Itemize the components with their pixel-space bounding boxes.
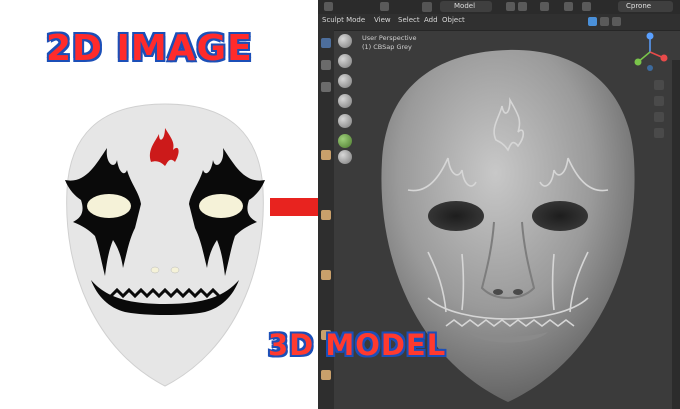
pivot-icon[interactable] <box>518 2 527 11</box>
mask-2d-right-eye <box>199 194 243 218</box>
blender-menu-bar: Sculpt Mode View Select Add Object <box>318 14 680 31</box>
view-icon[interactable] <box>380 2 389 11</box>
viewport-shading-material-icon[interactable] <box>600 17 609 26</box>
right-sidebar-strip <box>672 60 680 409</box>
grid-icon[interactable] <box>654 128 664 138</box>
sculpt-brush-icon[interactable] <box>338 150 352 164</box>
camera-icon[interactable] <box>654 112 664 122</box>
mask-3d-right-eye-hole <box>532 201 588 231</box>
mask-3d-nostril-right <box>513 289 523 295</box>
menu-select[interactable]: Select <box>398 16 420 24</box>
sculpt-brush-icon[interactable] <box>338 74 352 88</box>
editor-type-icon[interactable] <box>324 2 333 11</box>
menu-add[interactable]: Add <box>424 16 438 24</box>
mask-2d-nostril-left <box>150 266 160 274</box>
mask-3d-left-eye-hole <box>428 201 484 231</box>
tool-icon[interactable] <box>321 150 331 160</box>
sculpt-brush-icon[interactable] <box>338 114 352 128</box>
tool-icon[interactable] <box>321 270 331 280</box>
shading-icon[interactable] <box>582 2 591 11</box>
blender-header-bar: Model Cprone <box>318 0 680 14</box>
sculpt-brush-icon[interactable] <box>338 34 352 48</box>
menu-sculpt-mode[interactable]: Sculpt Mode <box>322 16 365 24</box>
mode-icon[interactable] <box>422 2 432 12</box>
mask-2d-left-eye <box>87 194 131 218</box>
mode-select[interactable]: Model <box>440 1 492 12</box>
tool-icon[interactable] <box>321 370 331 380</box>
global-icon[interactable] <box>506 2 515 11</box>
viewport-shading-solid-icon[interactable] <box>588 17 597 26</box>
mask-2d-nostril-right <box>170 266 180 274</box>
scene-select[interactable]: Cprone <box>618 1 673 12</box>
tool-icon[interactable] <box>321 82 331 92</box>
tool-icon[interactable] <box>321 38 331 48</box>
sculpt-brush-icon[interactable] <box>338 94 352 108</box>
sculpt-brush-icon[interactable] <box>338 134 352 148</box>
mask-3d-nostril-left <box>493 289 503 295</box>
mask-2d-illustration <box>65 103 265 387</box>
zoom-icon[interactable] <box>654 80 664 90</box>
tool-icon[interactable] <box>321 60 331 70</box>
menu-object[interactable]: Object <box>442 16 465 24</box>
title-3d-model: 3D MODEL <box>267 327 447 363</box>
title-2d-image: 2D IMAGE <box>45 27 253 70</box>
snap-icon[interactable] <box>540 2 549 11</box>
sculpt-brush-icon[interactable] <box>338 54 352 68</box>
hand-pan-icon[interactable] <box>654 96 664 106</box>
menu-view[interactable]: View <box>374 16 391 24</box>
tool-icon[interactable] <box>321 210 331 220</box>
overlay-icon[interactable] <box>564 2 573 11</box>
viewport-shading-render-icon[interactable] <box>612 17 621 26</box>
